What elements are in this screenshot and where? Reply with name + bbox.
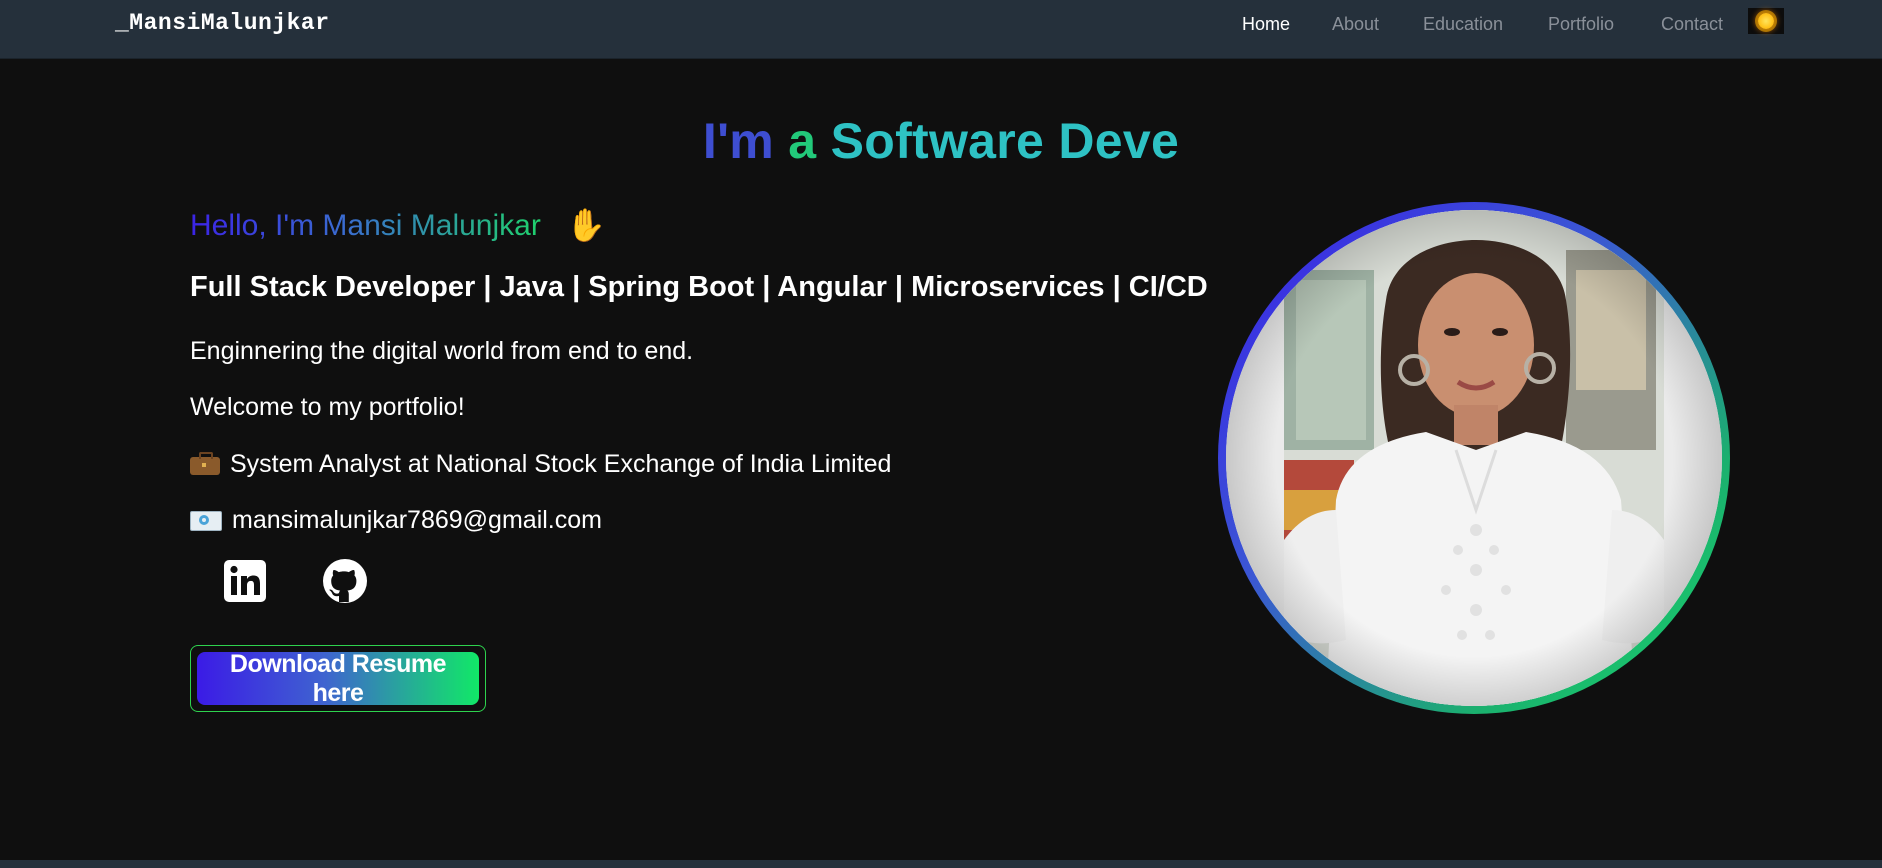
- role-headline: Full Stack Developer | Java | Spring Boo…: [190, 271, 1208, 303]
- waving-hand-icon: ✋: [566, 206, 606, 244]
- welcome-text: Welcome to my portfolio!: [190, 393, 465, 421]
- nav-link-contact[interactable]: Contact: [1661, 14, 1723, 35]
- hero-title-part3: Software Deve: [830, 113, 1180, 169]
- profile-photo-ring: [1218, 202, 1730, 714]
- profile-photo: [1226, 210, 1722, 706]
- email-line: mansimalunjkar7869@gmail.com: [190, 506, 602, 535]
- email-icon: [190, 511, 222, 531]
- briefcase-icon: [190, 452, 220, 475]
- tagline: Enginnering the digital world from end t…: [190, 337, 694, 365]
- resume-button-frame: Download Resume here: [190, 645, 486, 712]
- hero-title-part1: I'm: [702, 113, 775, 169]
- footer-strip: [0, 860, 1882, 868]
- theme-toggle-button[interactable]: [1748, 8, 1784, 34]
- hero-title-part2: a: [788, 113, 817, 169]
- job-title: System Analyst at National Stock Exchang…: [230, 450, 892, 478]
- greeting-text: Hello, I'm Mansi Malunjkar: [190, 209, 541, 242]
- nav-link-portfolio[interactable]: Portfolio: [1548, 14, 1614, 35]
- download-resume-button[interactable]: Download Resume here: [197, 650, 479, 707]
- sun-icon: [1758, 13, 1774, 29]
- nav-link-home[interactable]: Home: [1242, 14, 1290, 35]
- github-icon[interactable]: [322, 558, 368, 604]
- email-address[interactable]: mansimalunjkar7869@gmail.com: [232, 506, 602, 534]
- nav-link-about[interactable]: About: [1332, 14, 1379, 35]
- brand-logo[interactable]: _MansiMalunjkar: [115, 10, 330, 36]
- linkedin-icon[interactable]: [222, 558, 268, 604]
- typed-hero-title: I'm a Software Deve: [0, 112, 1882, 170]
- job-line: System Analyst at National Stock Exchang…: [190, 450, 891, 479]
- navbar: _MansiMalunjkar Home About Education Por…: [0, 0, 1882, 59]
- nav-link-education[interactable]: Education: [1423, 14, 1503, 35]
